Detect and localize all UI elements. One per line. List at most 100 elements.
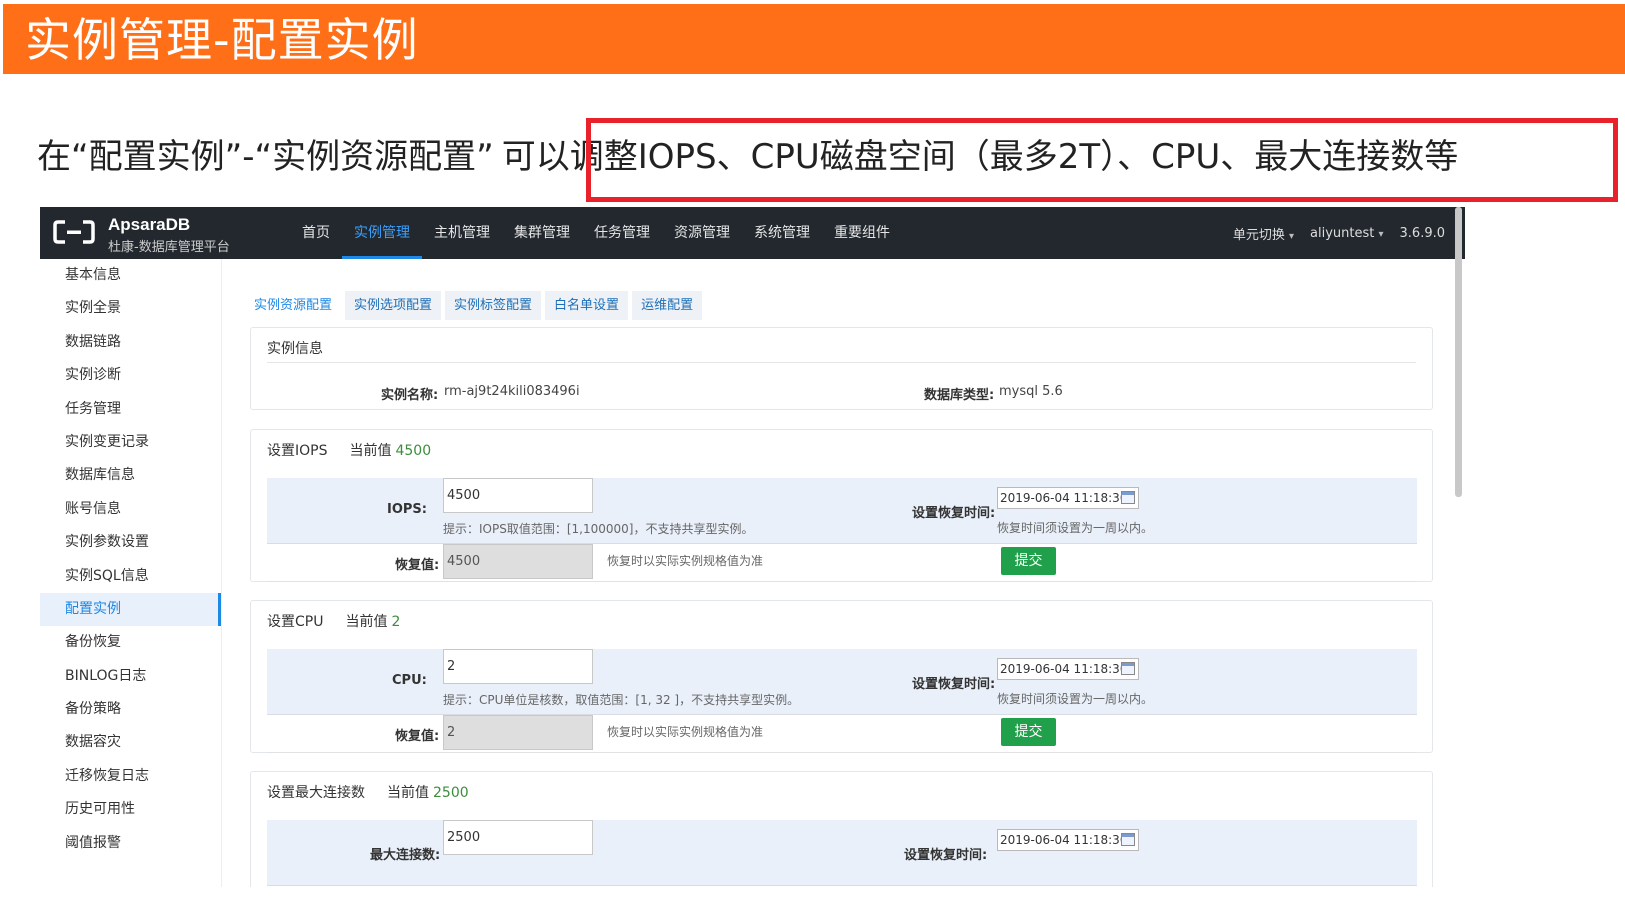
sidebar-item-parameter-settings[interactable]: 实例参数设置	[40, 526, 221, 559]
tab-ops-config[interactable]: 运维配置	[632, 291, 703, 320]
cpu-form-band: CPU: 2 提示：CPU单位是核数，取值范围：[1, 32 ]，不支持共享型实…	[267, 649, 1417, 715]
tab-whitelist[interactable]: 白名单设置	[545, 291, 629, 320]
instance-name-value: rm-aj9t24kili083496i	[444, 384, 580, 399]
sidebar-item-backup-restore[interactable]: 备份恢复	[40, 626, 221, 659]
current-label: 当前值	[387, 785, 429, 801]
calendar-icon[interactable]	[1121, 662, 1135, 675]
current-value: 2500	[433, 785, 469, 801]
iops-panel: 设置IOPS 当前值 4500 IOPS: 4500 提示：IOPS取值范围：[1,…	[250, 429, 1433, 582]
tab-option-config[interactable]: 实例选项配置	[345, 291, 442, 320]
instance-name-label: 实例名称:	[381, 388, 439, 403]
current-label: 当前值	[349, 443, 392, 459]
main-nav: 首页 实例管理 主机管理 集群管理 任务管理 资源管理 系统管理 重要组件	[290, 207, 902, 259]
restore-time-input[interactable]: 2019-06-04 11:18:30	[997, 829, 1139, 851]
slide-desc-prefix: 在“配置实例”-“实例资源配置”	[37, 137, 494, 177]
iops-input[interactable]: 4500	[443, 478, 593, 513]
caret-down-icon: ▾	[1378, 228, 1384, 240]
sidebar-item-change-log[interactable]: 实例变更记录	[40, 426, 221, 459]
nav-resource-management[interactable]: 资源管理	[662, 207, 742, 259]
restore-value-hint: 恢复时以实际实例规格值为准	[607, 554, 764, 568]
instance-info-panel: 实例信息 实例名称: rm-aj9t24kili083496i 数据库类型: m…	[250, 327, 1433, 410]
sidebar-item-instance-overview[interactable]: 实例全景	[40, 292, 221, 325]
restore-time-hint: 恢复时间须设置为一周以内。	[997, 692, 1154, 706]
db-type-label: 数据库类型:	[924, 388, 995, 403]
panel-title: 设置IOPS 当前值 4500	[267, 440, 431, 460]
maxconn-form-band: 最大连接数: 2500 设置恢复时间: 2019-06-04 11:18:30	[267, 820, 1417, 886]
restore-value-hint: 恢复时以实际实例规格值为准	[607, 725, 764, 739]
maxconn-title: 设置最大连接数	[267, 785, 365, 801]
calendar-icon[interactable]	[1121, 491, 1135, 504]
restore-time-input[interactable]: 2019-06-04 11:18:30	[997, 658, 1139, 680]
iops-restore-row: 恢复值: 4500 恢复时以实际实例规格值为准 提交	[267, 544, 1417, 582]
restore-value-label: 恢复值:	[395, 558, 440, 573]
user-dropdown[interactable]: aliyuntest ▾	[1310, 226, 1384, 241]
sidebar-item-migration-log[interactable]: 迁移恢复日志	[40, 760, 221, 793]
sidebar: 基本信息 实例全景 数据链路 实例诊断 任务管理 实例变更记录 数据库信息 账号…	[40, 259, 222, 887]
slide-title: 实例管理-配置实例	[25, 13, 419, 67]
tab-resource-config[interactable]: 实例资源配置	[245, 291, 342, 320]
apsaradb-logo-icon	[53, 220, 95, 244]
iops-submit-button[interactable]: 提交	[1001, 547, 1056, 575]
restore-time-input[interactable]: 2019-06-04 11:18:30	[997, 487, 1139, 509]
sidebar-item-disaster-recovery[interactable]: 数据容灾	[40, 726, 221, 759]
sidebar-item-configure-instance[interactable]: 配置实例	[40, 592, 221, 627]
logo-subtitle: 杜康-数据库管理平台	[108, 240, 230, 255]
cpu-label: CPU:	[392, 673, 427, 688]
caret-down-icon: ▾	[1288, 230, 1295, 242]
cpu-title: 设置CPU	[267, 614, 324, 630]
nav-home[interactable]: 首页	[290, 207, 342, 259]
sidebar-item-basic-info[interactable]: 基本信息	[40, 259, 221, 292]
nav-cluster-management[interactable]: 集群管理	[502, 207, 582, 259]
restore-time-value: 2019-06-04 11:18:30	[1000, 662, 1128, 676]
restore-time-value: 2019-06-04 11:18:30	[1000, 833, 1128, 847]
vertical-scrollbar[interactable]	[1455, 207, 1462, 497]
restore-value-label: 恢复值:	[395, 729, 440, 744]
sidebar-item-data-link[interactable]: 数据链路	[40, 326, 221, 359]
nav-system-management[interactable]: 系统管理	[742, 207, 822, 259]
nav-important-components[interactable]: 重要组件	[822, 207, 902, 259]
sidebar-item-binlog[interactable]: BINLOG日志	[40, 660, 221, 693]
restore-time-label: 设置恢复时间:	[912, 506, 996, 521]
sidebar-item-threshold-alerts[interactable]: 阈值报警	[40, 827, 221, 860]
user-label: aliyuntest	[1310, 225, 1375, 241]
sidebar-item-account-info[interactable]: 账号信息	[40, 493, 221, 526]
config-tabs: 实例资源配置 实例选项配置 实例标签配置 白名单设置 运维配置	[245, 291, 703, 320]
restore-value-input: 2	[443, 715, 593, 750]
iops-title: 设置IOPS	[267, 443, 328, 459]
app-window: ApsaraDB 杜康-数据库管理平台 首页 实例管理 主机管理 集群管理 任务…	[40, 207, 1465, 887]
maxconn-input[interactable]: 2500	[443, 820, 593, 855]
iops-form-band: IOPS: 4500 提示：IOPS取值范围：[1,100000]，不支持共享型…	[267, 478, 1417, 544]
restore-time-value: 2019-06-04 11:18:30	[1000, 491, 1128, 505]
unit-switch-dropdown[interactable]: 单元切换 ▾	[1233, 224, 1294, 243]
top-right-controls: 单元切换 ▾ aliyuntest ▾ 3.6.9.0	[1233, 207, 1445, 259]
nav-host-management[interactable]: 主机管理	[422, 207, 502, 259]
sidebar-item-instance-diagnosis[interactable]: 实例诊断	[40, 359, 221, 392]
sidebar-item-backup-policy[interactable]: 备份策略	[40, 693, 221, 726]
slide-banner: 实例管理-配置实例	[3, 4, 1625, 74]
current-label: 当前值	[345, 614, 388, 630]
current-value: 2	[391, 614, 401, 630]
sidebar-item-availability-history[interactable]: 历史可用性	[40, 793, 221, 826]
cpu-submit-button[interactable]: 提交	[1001, 718, 1056, 746]
cpu-panel: 设置CPU 当前值 2 CPU: 2 提示：CPU单位是核数，取值范围：[1, 32…	[250, 600, 1433, 753]
iops-hint: 提示：IOPS取值范围：[1,100000]，不支持共享型实例。	[443, 522, 754, 536]
calendar-icon[interactable]	[1121, 833, 1135, 846]
cpu-input[interactable]: 2	[443, 649, 593, 684]
db-type-value: mysql 5.6	[999, 384, 1063, 399]
panel-title: 设置CPU 当前值 2	[267, 611, 400, 631]
sidebar-item-task-management[interactable]: 任务管理	[40, 393, 221, 426]
maxconn-panel: 设置最大连接数 当前值 2500 最大连接数: 2500 设置恢复时间: 2019-…	[250, 771, 1433, 887]
sidebar-item-sql-info[interactable]: 实例SQL信息	[40, 560, 221, 593]
nav-instance-management[interactable]: 实例管理	[342, 207, 422, 259]
top-navbar: ApsaraDB 杜康-数据库管理平台 首页 实例管理 主机管理 集群管理 任务…	[40, 207, 1465, 259]
divider	[267, 362, 1416, 363]
restore-time-hint: 恢复时间须设置为一周以内。	[997, 521, 1154, 535]
sidebar-item-database-info[interactable]: 数据库信息	[40, 459, 221, 492]
nav-task-management[interactable]: 任务管理	[582, 207, 662, 259]
tab-tag-config[interactable]: 实例标签配置	[445, 291, 542, 320]
highlight-box	[586, 118, 1618, 202]
cpu-restore-row: 恢复值: 2 恢复时以实际实例规格值为准 提交	[267, 715, 1417, 753]
maxconn-label: 最大连接数:	[370, 848, 441, 863]
cpu-hint: 提示：CPU单位是核数，取值范围：[1, 32 ]，不支持共享型实例。	[443, 693, 800, 707]
iops-label: IOPS:	[387, 502, 427, 517]
